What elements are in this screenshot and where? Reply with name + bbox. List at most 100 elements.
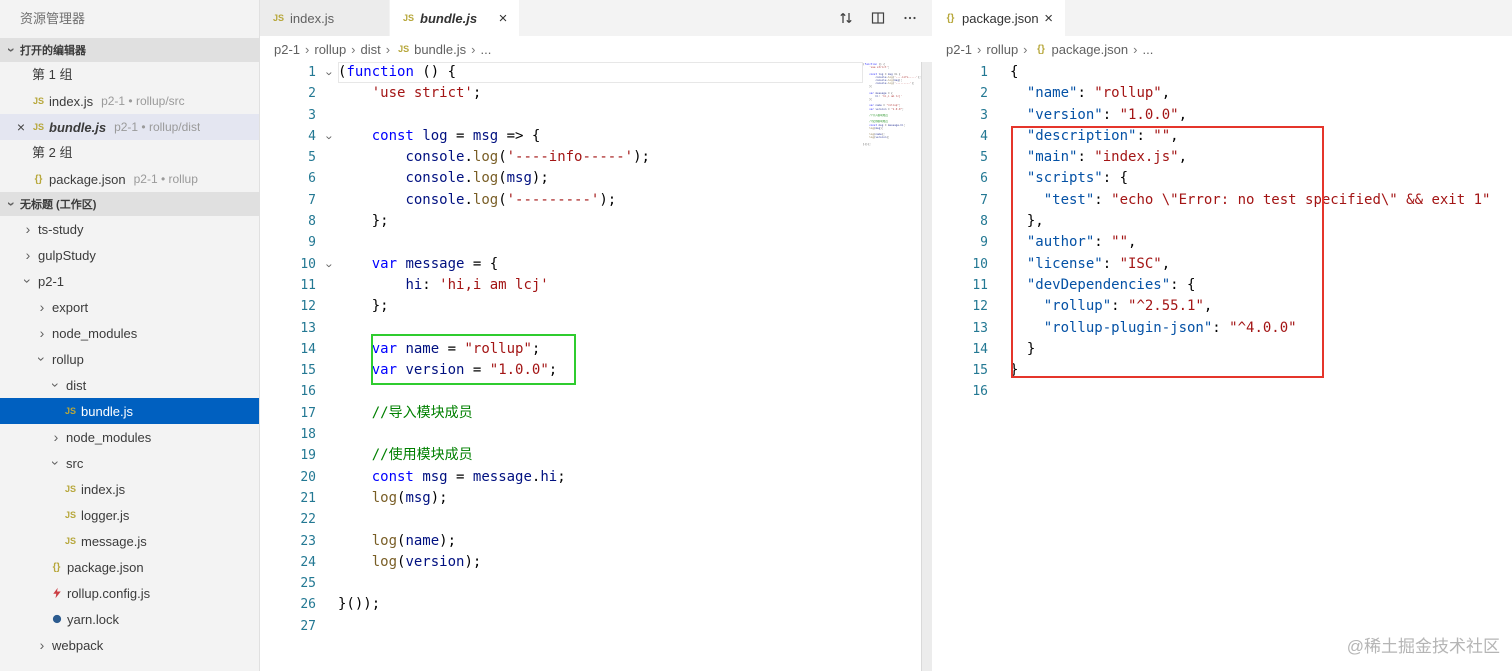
tree-item-message.js[interactable]: JS message.js bbox=[0, 528, 259, 554]
code-text[interactable] bbox=[338, 573, 863, 594]
split-editor-icon[interactable] bbox=[870, 10, 886, 26]
code-text[interactable]: console.log('----info-----'); bbox=[338, 147, 863, 168]
close-icon[interactable]: × bbox=[493, 10, 513, 27]
code-text[interactable]: var message = { bbox=[338, 254, 863, 275]
tree-item-export[interactable]: › export bbox=[0, 294, 259, 320]
json-icon: {} bbox=[1037, 43, 1045, 55]
code-text[interactable]: log(version); bbox=[338, 552, 863, 573]
explorer-sidebar: 资源管理器 › 打开的编辑器 第 1 组 JS index.js p2-1 • rol… bbox=[0, 0, 260, 671]
code-text[interactable]: "rollup": "^2.55.1", bbox=[1010, 296, 1512, 317]
scrollbar[interactable] bbox=[921, 62, 932, 671]
open-editor-index.js[interactable]: JS index.js p2-1 • rollup/src bbox=[0, 88, 259, 114]
tab-bundle.js[interactable]: JS bundle.js × bbox=[390, 0, 520, 36]
code-line-17: 17 //导入模块成员 bbox=[260, 403, 863, 424]
open-editor-bundle.js[interactable]: × JS bundle.js p2-1 • rollup/dist bbox=[0, 114, 259, 140]
code-text[interactable]: const msg = message.hi; bbox=[338, 467, 863, 488]
tree-item-ts-study[interactable]: › ts-study bbox=[0, 216, 259, 242]
tree-item-bundle.js[interactable]: JS bundle.js bbox=[0, 398, 259, 424]
code-text[interactable]: console.log(msg); bbox=[338, 168, 863, 189]
more-actions-icon[interactable] bbox=[902, 10, 918, 26]
tree-item-p2-1[interactable]: › p2-1 bbox=[0, 268, 259, 294]
close-icon[interactable]: × bbox=[1039, 10, 1059, 27]
code-text[interactable]: "license": "ISC", bbox=[1010, 254, 1512, 275]
js-icon: JS bbox=[64, 536, 76, 546]
code-text[interactable]: } bbox=[1010, 360, 1512, 381]
code-text[interactable]: "devDependencies": { bbox=[1010, 275, 1512, 296]
tree-item-package.json[interactable]: {} package.json bbox=[0, 554, 259, 580]
tree-item-node_modules[interactable]: › node_modules bbox=[0, 320, 259, 346]
open-editor-package.json[interactable]: {} package.json p2-1 • rollup bbox=[0, 166, 259, 192]
breadcrumb-item[interactable]: JS bundle.js bbox=[395, 41, 466, 57]
fold-gutter bbox=[320, 296, 338, 317]
tree-item-logger.js[interactable]: JS logger.js bbox=[0, 502, 259, 528]
code-text[interactable] bbox=[338, 381, 863, 402]
toggle-layout-icon[interactable] bbox=[838, 10, 854, 26]
open-editor-label: package.json bbox=[49, 171, 126, 187]
workspace-header[interactable]: › 无标题 (工作区) bbox=[0, 192, 259, 216]
tree-item-rollup.config.js[interactable]: rollup.config.js bbox=[0, 580, 259, 606]
fold-gutter[interactable]: › bbox=[320, 126, 338, 147]
code-text[interactable] bbox=[338, 424, 863, 445]
code-text[interactable]: (function () { bbox=[338, 62, 863, 84]
code-text[interactable]: }()); bbox=[338, 594, 863, 615]
code-text[interactable] bbox=[338, 232, 863, 253]
code-text[interactable]: console.log('---------'); bbox=[338, 190, 863, 211]
code-text[interactable]: "version": "1.0.0", bbox=[1010, 105, 1512, 126]
fold-gutter[interactable]: › bbox=[320, 254, 338, 275]
open-editors-header[interactable]: › 打开的编辑器 bbox=[0, 38, 259, 62]
tree-item-label: rollup.config.js bbox=[67, 585, 151, 601]
code-text[interactable]: "description": "", bbox=[1010, 126, 1512, 147]
breadcrumb-item[interactable]: ... bbox=[480, 42, 491, 57]
code-text[interactable]: "main": "index.js", bbox=[1010, 147, 1512, 168]
line-number: 14 bbox=[300, 341, 316, 357]
code-text[interactable]: }, bbox=[1010, 211, 1512, 232]
breadcrumb-separator: › bbox=[471, 41, 476, 57]
line-number: 7 bbox=[308, 192, 316, 208]
breadcrumb-item[interactable]: dist bbox=[361, 42, 381, 57]
minimap[interactable]: (function () { 'use strict'; const log =… bbox=[863, 62, 921, 671]
code-text[interactable]: log(name); bbox=[338, 531, 863, 552]
breadcrumb-item[interactable]: {} package.json bbox=[1033, 41, 1128, 57]
code-text[interactable]: "rollup-plugin-json": "^4.0.0" bbox=[1010, 318, 1512, 339]
breadcrumb-item[interactable]: rollup bbox=[986, 42, 1018, 57]
code-text[interactable]: var name = "rollup"; bbox=[338, 339, 863, 360]
code-text[interactable] bbox=[1010, 381, 1512, 402]
code-text[interactable]: }; bbox=[338, 211, 863, 232]
code-text[interactable]: { bbox=[1010, 62, 1512, 83]
code-text[interactable]: log(msg); bbox=[338, 488, 863, 509]
tab-index.js[interactable]: JS index.js bbox=[260, 0, 390, 36]
code-text[interactable]: hi: 'hi,i am lcj' bbox=[338, 275, 863, 296]
breadcrumb-item[interactable]: p2-1 bbox=[274, 42, 300, 57]
tree-item-dist[interactable]: › dist bbox=[0, 372, 259, 398]
close-icon[interactable]: × bbox=[12, 119, 30, 135]
tree-item-gulpStudy[interactable]: › gulpStudy bbox=[0, 242, 259, 268]
code-text[interactable]: //使用模块成员 bbox=[338, 445, 863, 466]
code-text[interactable] bbox=[338, 105, 863, 126]
code-text[interactable]: //导入模块成员 bbox=[338, 403, 863, 424]
tree-item-webpack[interactable]: › webpack bbox=[0, 632, 259, 658]
breadcrumb-item[interactable]: ... bbox=[1142, 42, 1153, 57]
code-text[interactable]: const log = msg => { bbox=[338, 126, 863, 147]
chevron-right-icon: › bbox=[25, 247, 31, 263]
code-text[interactable]: } bbox=[1010, 339, 1512, 360]
code-text[interactable]: "test": "echo \"Error: no test specified… bbox=[1010, 190, 1512, 211]
code-text[interactable]: "scripts": { bbox=[1010, 168, 1512, 189]
code-text[interactable]: 'use strict'; bbox=[338, 83, 863, 104]
tab-package.json[interactable]: {} package.json × bbox=[932, 0, 1066, 36]
tree-item-src[interactable]: › src bbox=[0, 450, 259, 476]
tree-item-index.js[interactable]: JS index.js bbox=[0, 476, 259, 502]
tree-item-node_modules[interactable]: › node_modules bbox=[0, 424, 259, 450]
fold-gutter[interactable]: › bbox=[320, 62, 338, 83]
code-text[interactable]: "author": "", bbox=[1010, 232, 1512, 253]
tree-item-yarn.lock[interactable]: yarn.lock bbox=[0, 606, 259, 632]
yarn-icon bbox=[48, 611, 65, 627]
code-text[interactable] bbox=[338, 318, 863, 339]
code-text[interactable]: "name": "rollup", bbox=[1010, 83, 1512, 104]
code-text[interactable]: var version = "1.0.0"; bbox=[338, 360, 863, 381]
code-text[interactable]: }; bbox=[338, 296, 863, 317]
code-text[interactable] bbox=[338, 616, 863, 637]
tree-item-rollup[interactable]: › rollup bbox=[0, 346, 259, 372]
breadcrumb-item[interactable]: p2-1 bbox=[946, 42, 972, 57]
breadcrumb-item[interactable]: rollup bbox=[314, 42, 346, 57]
code-text[interactable] bbox=[338, 509, 863, 530]
